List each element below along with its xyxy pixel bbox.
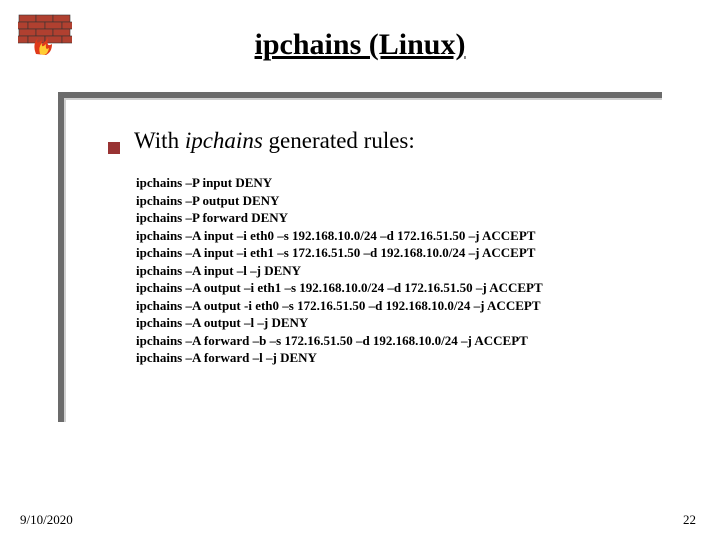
- rule-line: ipchains –P output DENY: [136, 192, 638, 210]
- rule-line: ipchains –A output –l –j DENY: [136, 314, 638, 332]
- rule-line: ipchains –A input –l –j DENY: [136, 262, 638, 280]
- rule-line: ipchains –A input –i eth0 –s 192.168.10.…: [136, 227, 638, 245]
- bullet-item: With ipchains generated rules:: [108, 128, 638, 154]
- firewall-logo: [18, 14, 72, 56]
- rule-line: ipchains –A input –i eth1 –s 172.16.51.5…: [136, 244, 638, 262]
- footer-date: 9/10/2020: [20, 512, 73, 528]
- rules-block: ipchains –P input DENY ipchains –P outpu…: [136, 174, 638, 367]
- rule-line: ipchains –P forward DENY: [136, 209, 638, 227]
- rule-line: ipchains –A forward –l –j DENY: [136, 349, 638, 367]
- rule-line: ipchains –A forward –b –s 172.16.51.50 –…: [136, 332, 638, 350]
- footer-page-number: 22: [683, 512, 696, 528]
- slide: ipchains (Linux) With ipchains generated…: [0, 0, 720, 540]
- page-title: ipchains (Linux): [18, 28, 702, 62]
- rule-line: ipchains –P input DENY: [136, 174, 638, 192]
- rule-line: ipchains –A output -i eth0 –s 172.16.51.…: [136, 297, 638, 315]
- content-frame: With ipchains generated rules: ipchains …: [58, 92, 662, 422]
- bullet-icon: [108, 142, 120, 154]
- rule-line: ipchains –A output –i eth1 –s 192.168.10…: [136, 279, 638, 297]
- bullet-italic: ipchains: [185, 128, 263, 153]
- bullet-text: With ipchains generated rules:: [134, 128, 415, 154]
- bullet-suffix: generated rules:: [263, 128, 415, 153]
- bullet-prefix: With: [134, 128, 185, 153]
